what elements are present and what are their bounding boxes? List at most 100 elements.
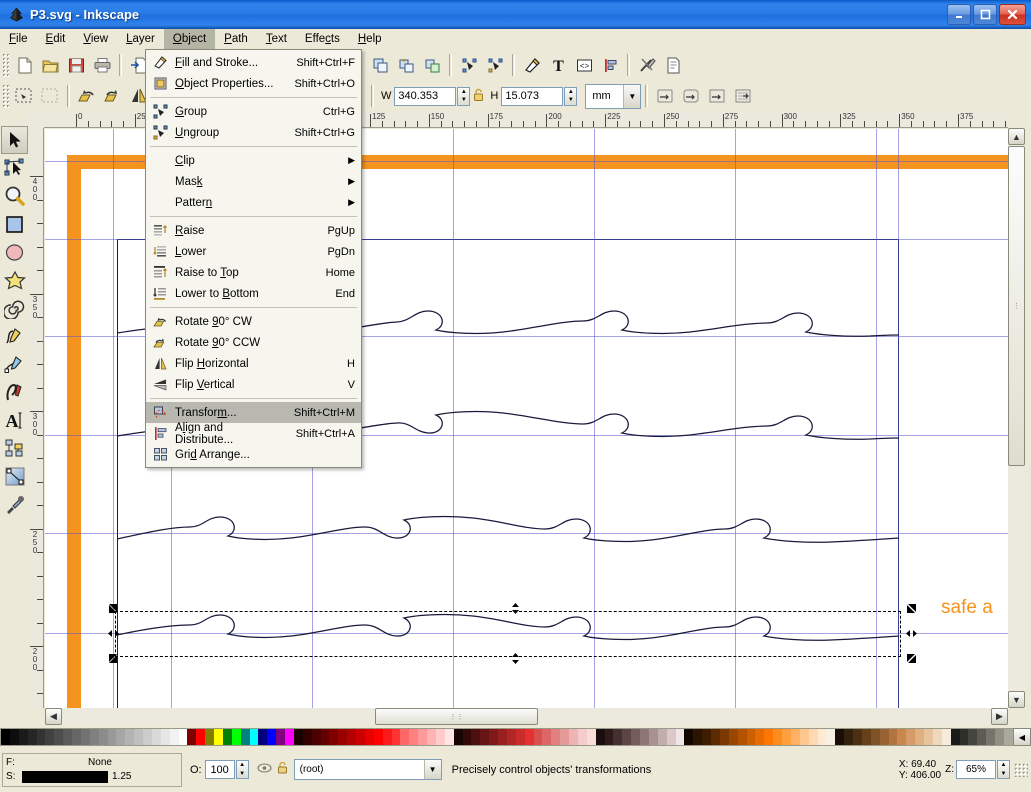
tool-options-grip[interactable] <box>2 84 9 108</box>
maximize-button[interactable] <box>973 4 997 25</box>
zoom-value[interactable]: 65% <box>956 760 996 779</box>
opacity-control[interactable]: O: ▲▼ <box>187 760 249 779</box>
palette-swatch[interactable] <box>391 729 401 745</box>
menu-item-ungroup[interactable]: Ungroup Shift+Ctrl+G <box>146 122 361 143</box>
palette-swatch[interactable] <box>356 729 365 745</box>
palette-swatch[interactable] <box>27 729 37 745</box>
palette-swatch[interactable] <box>89 729 99 745</box>
menu-file[interactable]: File <box>0 29 37 49</box>
unit-select[interactable]: mm ▼ <box>585 83 642 109</box>
palette-swatch[interactable] <box>320 729 330 745</box>
selection-handle-right-middle[interactable] <box>906 628 917 639</box>
scroll-left-button[interactable]: ◀ <box>45 708 62 725</box>
ellipse-tool[interactable] <box>1 238 28 266</box>
dropper-tool[interactable] <box>1 490 28 518</box>
fill-row[interactable]: F: None <box>6 756 178 770</box>
group-icon[interactable] <box>456 52 482 78</box>
vertical-scrollbar[interactable]: ▲ ⋮ ▼ <box>1008 128 1025 708</box>
width-input[interactable] <box>394 86 457 106</box>
width-spinner[interactable]: ▲ ▼ <box>457 86 471 106</box>
scroll-right-button[interactable]: ▶ <box>991 708 1008 725</box>
palette-swatch[interactable] <box>533 729 543 745</box>
palette-swatch[interactable] <box>613 729 623 745</box>
palette-swatch[interactable] <box>240 729 250 745</box>
palette-swatch[interactable] <box>728 729 738 745</box>
scroll-up-button[interactable]: ▲ <box>1008 128 1025 145</box>
scroll-down-button[interactable]: ▼ <box>1008 691 1025 708</box>
menu-item-rotate-90-cw[interactable]: Rotate 90° CW <box>146 311 361 332</box>
palette-swatch[interactable] <box>222 729 232 745</box>
palette-swatch[interactable] <box>746 729 756 745</box>
palette-swatch[interactable] <box>622 729 632 745</box>
palette-swatch[interactable] <box>932 729 942 745</box>
palette-swatches[interactable] <box>0 728 1013 746</box>
save-document-icon[interactable] <box>63 52 89 78</box>
palette-swatch[interactable] <box>569 729 578 745</box>
open-document-icon[interactable] <box>37 52 63 78</box>
palette-swatch[interactable] <box>595 729 605 745</box>
minimize-button[interactable] <box>947 4 971 25</box>
palette-swatch[interactable] <box>9 729 19 745</box>
menu-item-grid-arrange[interactable]: Grid Arrange... <box>146 444 361 465</box>
select-all-icon[interactable] <box>11 83 37 109</box>
palette-swatch[interactable] <box>54 729 64 745</box>
gradient-tool[interactable] <box>1 462 28 490</box>
window-resize-grip[interactable] <box>1014 762 1028 777</box>
palette-swatch[interactable] <box>870 729 880 745</box>
pencil-tool[interactable] <box>1 322 28 350</box>
star-tool[interactable] <box>1 266 28 294</box>
palette-swatch[interactable] <box>666 729 676 745</box>
palette-swatch[interactable] <box>702 729 711 745</box>
palette-swatch[interactable] <box>231 729 241 745</box>
palette-swatch[interactable] <box>906 729 916 745</box>
ungroup-icon[interactable] <box>482 52 508 78</box>
menu-path[interactable]: Path <box>215 29 257 49</box>
menu-item-flip-horizontal[interactable]: Flip Horizontal H <box>146 353 361 374</box>
menu-item-clip[interactable]: Clip ▶ <box>146 150 361 171</box>
menu-item-fill-and-stroke[interactable]: Fill and Stroke... Shift+Ctrl+F <box>146 52 361 73</box>
palette-swatch[interactable] <box>968 729 978 745</box>
palette-swatch[interactable] <box>648 729 658 745</box>
selector-tool[interactable] <box>1 126 28 154</box>
opacity-input[interactable] <box>204 760 235 779</box>
palette-swatch[interactable] <box>737 729 747 745</box>
fill-and-stroke-icon[interactable] <box>519 52 545 78</box>
palette-swatch[interactable] <box>196 729 206 745</box>
menu-item-raise[interactable]: Raise PgUp <box>146 220 361 241</box>
palette-swatch[interactable] <box>844 729 853 745</box>
palette-swatch[interactable] <box>995 729 1004 745</box>
palette-swatch[interactable] <box>782 729 791 745</box>
selection-handle-top-center[interactable] <box>510 603 521 614</box>
palette-swatch[interactable] <box>107 729 117 745</box>
palette-swatch[interactable] <box>18 729 28 745</box>
horizontal-scroll-thumb[interactable]: ⋮⋮ <box>375 708 538 725</box>
rotate-cw-icon[interactable] <box>100 83 126 109</box>
scale-rounded-corners-icon[interactable] <box>678 83 704 109</box>
palette-swatch[interactable] <box>462 729 472 745</box>
stroke-color-swatch[interactable] <box>22 770 108 783</box>
selection-handle-bottom-left[interactable] <box>108 653 119 664</box>
selection-handle-top-left[interactable] <box>108 603 119 614</box>
palette-swatch[interactable] <box>604 729 614 745</box>
palette-swatch[interactable] <box>915 729 924 745</box>
menu-view[interactable]: View <box>74 29 117 49</box>
palette-swatch[interactable] <box>1003 729 1013 745</box>
height-spinner[interactable]: ▲ ▼ <box>564 86 578 106</box>
palette-swatch[interactable] <box>45 729 55 745</box>
palette-swatch[interactable] <box>941 729 951 745</box>
palette-swatch[interactable] <box>267 729 277 745</box>
xml-editor-icon[interactable]: <> <box>571 52 597 78</box>
palette-swatch[interactable] <box>80 729 90 745</box>
selection-handle-left-middle[interactable] <box>108 628 119 639</box>
palette-swatch[interactable] <box>302 729 312 745</box>
palette-swatch[interactable] <box>560 729 569 745</box>
palette-swatch[interactable] <box>276 729 285 745</box>
horizontal-scrollbar[interactable]: ◀ ⋮⋮ ▶ <box>45 708 1008 725</box>
clone-icon[interactable] <box>393 52 419 78</box>
palette-swatch[interactable] <box>98 729 108 745</box>
palette-swatch[interactable] <box>249 729 259 745</box>
calligraphy-tool[interactable] <box>1 378 28 406</box>
palette-swatch[interactable] <box>258 729 268 745</box>
menu-object[interactable]: Object <box>163 29 216 49</box>
selection-handle-bottom-right[interactable] <box>906 653 917 664</box>
